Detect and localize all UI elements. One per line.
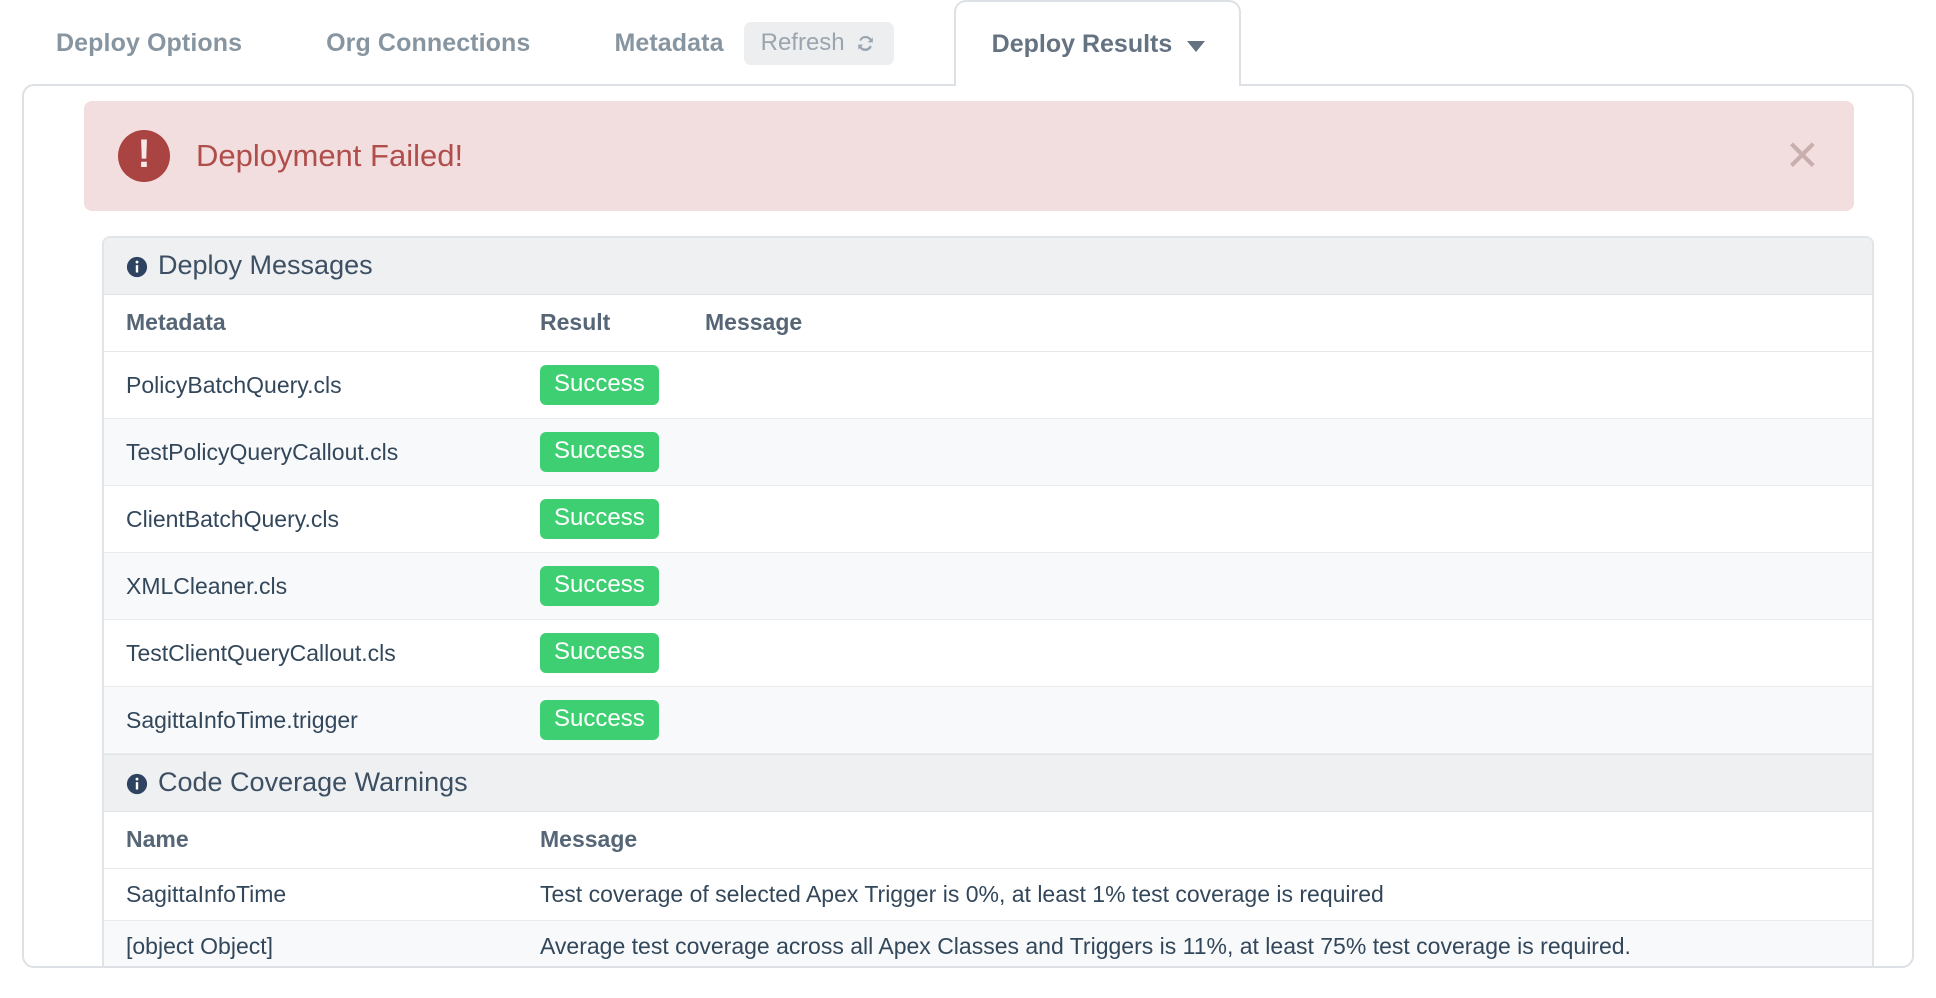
refresh-button-label: Refresh	[760, 28, 845, 56]
refresh-icon	[854, 32, 877, 55]
table-row: TestClientQueryCallout.cls Success	[104, 619, 1872, 687]
tab-deploy-results[interactable]: Deploy Results	[953, 0, 1242, 86]
deploy-messages-title: Deploy Messages	[158, 250, 373, 280]
close-icon[interactable]: ✕	[1779, 135, 1826, 177]
deploy-messages-header: Deploy Messages	[104, 238, 1872, 295]
status-badge[interactable]: Success	[540, 432, 659, 472]
cell-message: Test coverage of selected Apex Trigger i…	[540, 868, 1872, 921]
cell-result: Success	[540, 686, 705, 754]
refresh-button[interactable]: Refresh	[743, 21, 894, 65]
cell-metadata: TestPolicyQueryCallout.cls	[104, 418, 540, 486]
exclamation-glyph: !	[137, 132, 151, 176]
status-badge[interactable]: Success	[540, 499, 659, 539]
cell-result: Success	[540, 552, 705, 620]
info-circle-icon	[126, 256, 148, 278]
column-header-result: Result	[540, 295, 705, 352]
cell-message	[705, 351, 1872, 419]
cell-message	[705, 686, 1872, 754]
column-header-message: Message	[705, 295, 1872, 352]
table-header-row: Name Message	[104, 812, 1872, 869]
table-row: PolicyBatchQuery.cls Success	[104, 351, 1872, 419]
table-row: SagittaInfoTime Test coverage of selecte…	[104, 868, 1872, 921]
tab-metadata[interactable]: Metadata	[614, 21, 723, 66]
code-coverage-warnings-table: Name Message SagittaInfoTime Test covera…	[104, 812, 1872, 966]
tab-bar: Deploy Options Org Connections Metadata …	[0, 0, 1936, 86]
tab-org-connections[interactable]: Org Connections	[326, 21, 530, 66]
status-badge[interactable]: Success	[540, 633, 659, 673]
table-row: SagittaInfoTime.trigger Success	[104, 686, 1872, 754]
table-row: [object Object] Average test coverage ac…	[104, 920, 1872, 966]
deploy-messages-table: Metadata Result Message PolicyBatchQuery…	[104, 295, 1872, 754]
deploy-results-screen: Deploy Options Org Connections Metadata …	[0, 0, 1936, 998]
cell-message: Average test coverage across all Apex Cl…	[540, 933, 1631, 960]
tab-deploy-options[interactable]: Deploy Options	[56, 21, 242, 66]
deployment-failed-alert: ! Deployment Failed! ✕	[84, 101, 1854, 211]
cell-result: Success	[540, 619, 705, 687]
cell-result: Success	[540, 418, 705, 486]
status-badge[interactable]: Success	[540, 700, 659, 740]
exclamation-circle-icon: !	[118, 130, 170, 182]
cell-metadata: TestClientQueryCallout.cls	[104, 619, 540, 687]
cell-metadata: ClientBatchQuery.cls	[104, 485, 540, 553]
cell-name: SagittaInfoTime	[104, 868, 540, 921]
table-row: ClientBatchQuery.cls Success	[104, 485, 1872, 553]
tab-deploy-results-label: Deploy Results	[991, 29, 1173, 58]
code-coverage-warnings-header: Code Coverage Warnings	[104, 754, 1872, 812]
column-header-metadata: Metadata	[104, 295, 540, 352]
table-header-row: Metadata Result Message	[104, 295, 1872, 352]
cell-name: [object Object]	[126, 933, 274, 960]
cell-message	[705, 485, 1872, 553]
table-row: TestPolicyQueryCallout.cls Success	[104, 418, 1872, 486]
cell-metadata: PolicyBatchQuery.cls	[104, 351, 540, 419]
results-panel: Deploy Messages Metadata Result Message …	[102, 236, 1874, 966]
cell-result: Success	[540, 485, 705, 553]
cell-result: Success	[540, 351, 705, 419]
cell-message	[705, 619, 1872, 687]
alert-message: Deployment Failed!	[196, 138, 464, 173]
status-badge[interactable]: Success	[540, 365, 659, 405]
table-row: XMLCleaner.cls Success	[104, 552, 1872, 620]
column-header-message: Message	[540, 812, 1872, 869]
column-header-name: Name	[104, 812, 540, 869]
results-card: ! Deployment Failed! ✕ Deploy Messages M…	[22, 84, 1914, 968]
code-coverage-warnings-title: Code Coverage Warnings	[158, 767, 468, 797]
status-badge[interactable]: Success	[540, 566, 659, 606]
info-circle-icon	[126, 773, 148, 795]
chevron-down-icon	[1187, 40, 1206, 52]
cell-metadata: XMLCleaner.cls	[104, 552, 540, 620]
cell-message	[705, 418, 1872, 486]
cell-metadata: SagittaInfoTime.trigger	[104, 686, 540, 754]
cell-message	[705, 552, 1872, 620]
